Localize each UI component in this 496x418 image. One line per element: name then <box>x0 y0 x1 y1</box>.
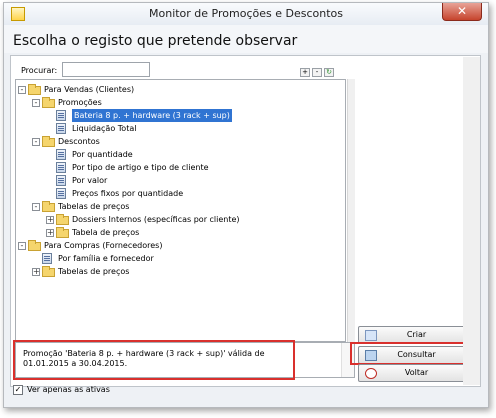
tree-scrollbar[interactable] <box>347 79 355 342</box>
tree-node-label: Por família e fornecedor <box>58 254 154 263</box>
document-icon <box>56 123 66 134</box>
tree-node[interactable]: - Para Vendas (Clientes) <box>16 83 341 96</box>
tree-node-label: Por tipo de artigo e tipo de cliente <box>72 163 209 172</box>
tree-node[interactable]: - Tabelas de preços <box>16 200 341 213</box>
tree-node[interactable]: + Dossiers Internos (específicas por clie… <box>16 213 341 226</box>
tree-node[interactable]: Por valor <box>16 174 341 187</box>
window-title: Monitor de Promoções e Descontos <box>149 7 343 20</box>
document-icon <box>56 110 66 121</box>
folder-icon <box>42 136 55 147</box>
tree-node[interactable]: + Tabelas de preços <box>16 265 341 278</box>
tree-expander-icon[interactable]: + <box>46 229 54 237</box>
consult-highlight <box>350 342 474 365</box>
active-only-label: Ver apenas as ativas <box>27 385 110 394</box>
header: Escolha o registo que pretende observar <box>4 25 488 53</box>
document-icon <box>56 149 66 160</box>
tree-node-label: Preços fixos por quantidade <box>72 189 184 198</box>
tree-node[interactable]: Por tipo de artigo e tipo de cliente <box>16 161 341 174</box>
tree-node-label: Para Vendas (Clientes) <box>44 85 135 94</box>
records-tree: - Para Vendas (Clientes) - Promoções Bateria… <box>15 79 346 342</box>
create-button-label: Criar <box>406 330 427 339</box>
tree-expander-icon[interactable]: + <box>46 216 54 224</box>
tree-expander-icon[interactable]: + <box>32 268 40 276</box>
folder-icon <box>42 201 55 212</box>
tree-node[interactable]: + Tabela de preços <box>16 226 341 239</box>
folder-icon <box>56 214 69 225</box>
document-icon <box>56 188 66 199</box>
tree-node[interactable]: Bateria 8 p. + hardware (3 rack + sup) <box>16 109 341 122</box>
tree-node[interactable]: Liquidação Total <box>16 122 341 135</box>
tree-node[interactable]: Por quantidade <box>16 148 341 161</box>
tree-expander-icon[interactable]: - <box>32 203 40 211</box>
tree-expander-icon[interactable]: - <box>32 138 40 146</box>
tree-node-label: Bateria 8 p. + hardware (3 rack + sup) <box>72 109 232 122</box>
back-button-label: Voltar <box>404 368 429 377</box>
tree-expander-icon[interactable]: - <box>32 99 40 107</box>
tree-node[interactable]: - Descontos <box>16 135 341 148</box>
content-panel: Procurar: + - ↻ - Para Vendas (Clientes) -… <box>10 55 481 387</box>
search-input[interactable] <box>62 62 150 77</box>
folder-icon <box>56 227 69 238</box>
description-highlight <box>13 340 295 380</box>
folder-icon <box>28 84 41 95</box>
document-icon <box>56 162 66 173</box>
tree-node-label: Por quantidade <box>72 150 133 159</box>
create-icon <box>365 330 377 341</box>
title-bar: Monitor de Promoções e Descontos ✕ <box>4 3 488 25</box>
monitor-window: Monitor de Promoções e Descontos ✕ Escol… <box>3 2 489 408</box>
refresh-icon[interactable]: ↻ <box>324 68 334 77</box>
tree-node[interactable]: - Para Compras (Fornecedores) <box>16 239 341 252</box>
tree-node-label: Promoções <box>58 98 102 107</box>
tree-node-label: Tabelas de preços <box>58 202 130 211</box>
search-label: Procurar: <box>21 66 58 75</box>
document-icon <box>42 253 52 264</box>
tree-node-label: Descontos <box>58 137 100 146</box>
back-button[interactable]: Voltar <box>358 364 475 382</box>
page-title: Escolha o registo que pretende observar <box>13 33 298 49</box>
tree-node-label: Tabelas de preços <box>58 267 130 276</box>
right-scrollbar[interactable] <box>463 57 480 385</box>
tree-node[interactable]: Preços fixos por quantidade <box>16 187 341 200</box>
tree-expander-icon[interactable]: - <box>18 86 26 94</box>
folder-icon <box>42 266 55 277</box>
tree-expander-icon[interactable]: - <box>18 242 26 250</box>
active-only-checkbox[interactable]: ✓ <box>13 385 23 395</box>
tree-node[interactable]: - Promoções <box>16 96 341 109</box>
tree-node-label: Liquidação Total <box>72 124 137 133</box>
cancel-icon <box>365 368 377 379</box>
folder-icon <box>28 240 41 251</box>
collapse-all-button[interactable]: - <box>312 68 322 77</box>
folder-icon <box>42 97 55 108</box>
tree-node-label: Dossiers Internos (específicas por clien… <box>72 215 240 224</box>
tree-node-label: Tabela de preços <box>72 228 140 237</box>
document-icon <box>56 175 66 186</box>
tree-node-label: Para Compras (Fornecedores) <box>44 241 163 250</box>
tree-node[interactable]: Por família e fornecedor <box>16 252 341 265</box>
tree-node-label: Por valor <box>72 176 108 185</box>
close-button[interactable]: ✕ <box>442 3 482 21</box>
expand-all-button[interactable]: + <box>300 68 310 77</box>
